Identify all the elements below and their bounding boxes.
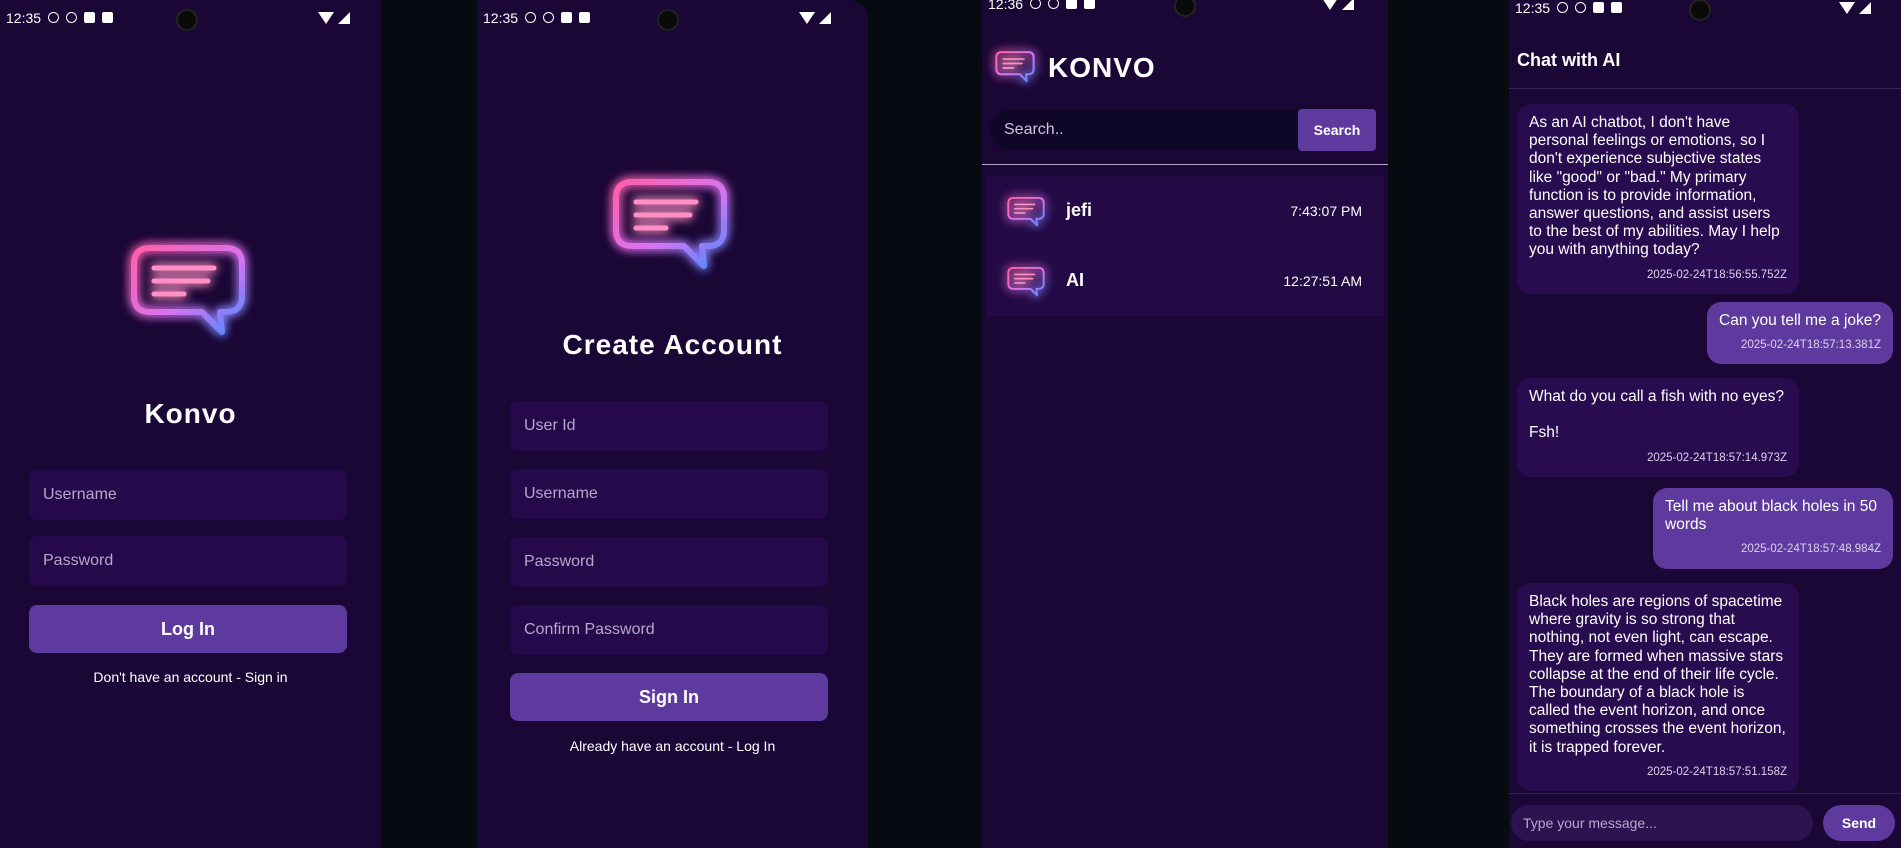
signal-icons: [1322, 0, 1354, 10]
camera-cutout: [1174, 0, 1196, 17]
status-time: 12:35: [483, 10, 519, 26]
contact-name: AI: [1066, 270, 1084, 290]
message-input[interactable]: [1511, 805, 1813, 841]
chat-header: Chat with AI: [1509, 30, 1901, 89]
sd-card-icon: [1066, 0, 1077, 9]
username-input[interactable]: [510, 469, 828, 519]
message-timestamp: 2025-02-24T18:57:14.973Z: [1646, 451, 1787, 464]
login-button[interactable]: Log In: [29, 605, 347, 653]
contact-item[interactable]: AI 12:27:51 AM: [986, 246, 1384, 316]
app-logo: [610, 170, 730, 280]
shield-icon: [543, 12, 554, 23]
password-input[interactable]: [510, 537, 828, 587]
composer-divider: [1509, 793, 1901, 794]
signin-button[interactable]: Sign In: [510, 673, 828, 721]
chat-bubble-icon: [1006, 264, 1046, 305]
message-timestamp: 2025-02-24T18:57:48.984Z: [1740, 543, 1881, 556]
app-title: KONVO: [1048, 52, 1156, 83]
message-timestamp: 2025-02-24T18:56:55.752Z: [1646, 268, 1787, 281]
notification-icon: [102, 12, 113, 23]
status-time: 12:35: [1515, 0, 1551, 16]
cellular-icon: [1342, 0, 1354, 10]
contact-item[interactable]: jefi 7:43:07 PM: [986, 176, 1384, 246]
notification-icon: [1611, 2, 1622, 13]
search-input[interactable]: [990, 110, 1318, 150]
shield-icon: [1575, 2, 1586, 13]
ai-message: Black holes are regions of spacetime whe…: [1517, 583, 1799, 792]
user-message: Can you tell me a joke? 2025-02-24T18:57…: [1707, 302, 1893, 365]
app-name: Konvo: [144, 398, 237, 429]
shield-icon: [66, 12, 77, 23]
cellular-icon: [338, 12, 350, 24]
notification-icon: [579, 12, 590, 23]
userid-input[interactable]: [510, 401, 828, 451]
user-message: Tell me about black holes in 50 words 20…: [1653, 488, 1893, 569]
message-text: Tell me about black holes in 50 words: [1665, 498, 1877, 534]
send-button[interactable]: Send: [1823, 805, 1895, 841]
app-logo-icon: [994, 48, 1036, 86]
message-timestamp: 2025-02-24T18:57:13.381Z: [1740, 339, 1881, 352]
notification-icon: [1084, 0, 1095, 9]
message-timestamp: 2025-02-24T18:57:51.158Z: [1646, 765, 1787, 778]
search-button[interactable]: Search: [1298, 109, 1376, 151]
contacts-screen: 12:36 KONVO Search jefi 7:43:07 PM AI 12…: [982, 0, 1388, 848]
message-text: Black holes are regions of spacetime whe…: [1529, 593, 1786, 756]
sd-card-icon: [84, 12, 95, 23]
status-bar: 12:35: [0, 0, 381, 31]
status-bar: 12:35: [477, 0, 868, 31]
chat-title: Chat with AI: [1517, 50, 1621, 70]
info-icon: [1557, 2, 1568, 13]
info-icon: [1030, 0, 1041, 9]
status-bar: 12:35: [1509, 0, 1901, 21]
camera-cutout: [176, 9, 198, 31]
divider: [982, 164, 1388, 165]
contact-time: 7:43:07 PM: [1290, 203, 1362, 219]
password-input[interactable]: [29, 536, 347, 586]
camera-cutout: [657, 9, 679, 31]
status-icons: [525, 12, 590, 23]
status-icons: [1030, 0, 1095, 9]
wifi-icon: [1839, 2, 1855, 14]
cellular-icon: [819, 12, 831, 24]
wifi-icon: [799, 12, 815, 24]
status-icons: [48, 12, 113, 23]
login-link[interactable]: Already have an account - Log In: [477, 738, 868, 754]
signup-screen: 12:35 Create Account Sign In Already hav…: [477, 0, 868, 848]
sd-card-icon: [1593, 2, 1604, 13]
shield-icon: [1048, 0, 1059, 9]
status-time: 12:36: [988, 0, 1024, 12]
status-time: 12:35: [6, 10, 42, 26]
confirm-password-input[interactable]: [510, 605, 828, 655]
sd-card-icon: [561, 12, 572, 23]
ai-message: As an AI chatbot, I don't have personal …: [1517, 104, 1799, 294]
login-screen: 12:35 Konvo Log In Don't have an account…: [0, 0, 381, 848]
message-text: What do you call a fish with no eyes? Fs…: [1529, 388, 1785, 442]
app-logo: [128, 236, 248, 346]
message-text: As an AI chatbot, I don't have personal …: [1529, 114, 1780, 259]
signup-link[interactable]: Don't have an account - Sign in: [0, 669, 381, 685]
signal-icons: [318, 12, 350, 24]
ai-message: What do you call a fish with no eyes? Fs…: [1517, 378, 1799, 477]
signal-icons: [1839, 2, 1871, 14]
wifi-icon: [318, 12, 334, 24]
message-text: Can you tell me a joke?: [1719, 312, 1881, 329]
info-icon: [48, 12, 59, 23]
chat-screen: 12:35 Chat with AI As an AI chatbot, I d…: [1509, 0, 1901, 848]
info-icon: [525, 12, 536, 23]
signal-icons: [799, 12, 831, 24]
wifi-icon: [1322, 0, 1338, 10]
chat-bubble-icon: [1006, 194, 1046, 235]
camera-cutout: [1689, 0, 1711, 21]
contact-name: jefi: [1066, 200, 1093, 220]
username-input[interactable]: [29, 470, 347, 520]
page-title: Create Account: [562, 329, 783, 360]
contact-time: 12:27:51 AM: [1283, 273, 1362, 289]
status-icons: [1557, 2, 1622, 13]
cellular-icon: [1859, 2, 1871, 14]
status-bar: 12:36: [982, 0, 1388, 17]
